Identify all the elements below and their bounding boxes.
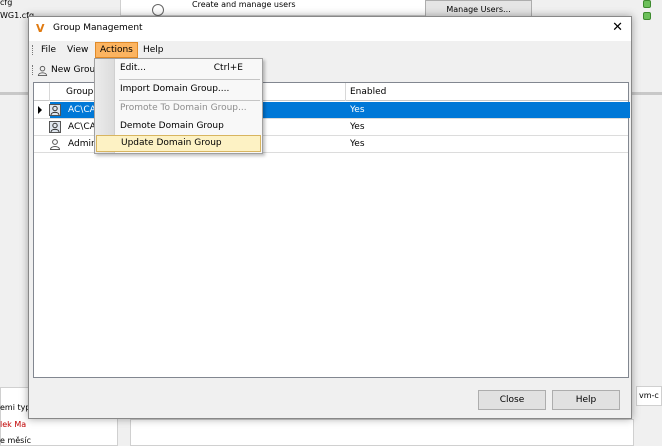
background-panel bbox=[130, 419, 634, 446]
actions-menu: Edit... Ctrl+E Import Domain Group.... P… bbox=[94, 58, 263, 154]
menu-file[interactable]: File bbox=[37, 42, 60, 58]
menu-view[interactable]: View bbox=[63, 42, 92, 58]
status-green-icon bbox=[643, 12, 651, 20]
app-logo-icon: V bbox=[36, 22, 45, 35]
enabled-value: Yes bbox=[350, 122, 365, 132]
background-divider bbox=[632, 92, 662, 95]
manage-users-button[interactable]: Manage Users... bbox=[425, 0, 532, 17]
title-bar[interactable]: V Group Management ✕ bbox=[29, 17, 631, 41]
header-indicator-cell bbox=[34, 83, 50, 101]
help-button[interactable]: Help bbox=[552, 390, 620, 410]
enabled-value: Yes bbox=[350, 139, 365, 149]
menu-help[interactable]: Help bbox=[139, 42, 168, 58]
close-button[interactable]: Close bbox=[478, 390, 546, 410]
domain-group-icon bbox=[49, 121, 61, 133]
menubar-grip-icon bbox=[32, 45, 34, 55]
status-green-icon bbox=[643, 0, 651, 8]
close-icon[interactable]: ✕ bbox=[612, 20, 623, 36]
menu-item-edit-shortcut: Ctrl+E bbox=[213, 63, 243, 73]
toolbar-grip-icon bbox=[32, 65, 34, 75]
enabled-value: Yes bbox=[350, 105, 365, 115]
domain-group-icon bbox=[49, 104, 61, 116]
new-group-button[interactable]: New Grou bbox=[37, 62, 95, 78]
background-radio[interactable] bbox=[152, 4, 164, 16]
menu-bar: File View Actions Help bbox=[29, 41, 631, 59]
header-enabled[interactable]: Enabled bbox=[346, 83, 628, 101]
user-icon bbox=[37, 65, 48, 76]
user-group-icon bbox=[49, 139, 61, 150]
menu-item-edit[interactable]: Edit... Ctrl+E bbox=[96, 60, 261, 77]
menu-item-demote-domain-group[interactable]: Demote Domain Group bbox=[96, 118, 261, 135]
menu-item-promote-domain-group: Promote To Domain Group... bbox=[120, 103, 247, 113]
menu-actions[interactable]: Actions bbox=[95, 42, 138, 58]
background-label: e měsíc bbox=[0, 436, 31, 445]
menu-item-import-domain-group[interactable]: Import Domain Group.... bbox=[96, 81, 261, 98]
background-label: emi typ bbox=[0, 403, 31, 412]
background-divider bbox=[0, 92, 28, 95]
menu-item-edit-label: Edit... bbox=[120, 63, 147, 73]
background-field-text: vm-c bbox=[639, 391, 659, 400]
background-option-label: Create and manage users bbox=[192, 0, 296, 9]
dialog-title: Group Management bbox=[53, 23, 143, 33]
new-group-label: New Grou bbox=[51, 65, 96, 75]
background-file-label: cfg bbox=[0, 0, 13, 7]
background-field: vm-c bbox=[636, 386, 662, 406]
current-row-indicator-icon bbox=[38, 106, 42, 114]
background-label: lek Ma bbox=[0, 420, 27, 429]
menu-item-update-domain-group[interactable]: Update Domain Group bbox=[96, 135, 261, 152]
menu-separator bbox=[119, 79, 260, 80]
